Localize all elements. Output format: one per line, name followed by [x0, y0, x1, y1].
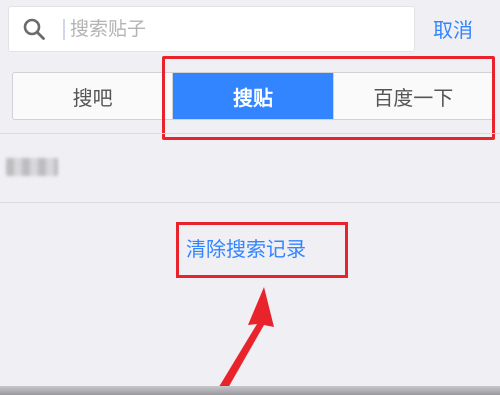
divider [0, 133, 500, 134]
search-type-tabs: 搜吧 搜贴 百度一下 [12, 72, 494, 120]
cancel-button[interactable]: 取消 [433, 14, 473, 43]
arrow-icon [214, 287, 274, 395]
search-input[interactable] [70, 14, 400, 44]
bottom-bar [0, 386, 500, 395]
tab-search-bar[interactable]: 搜吧 [13, 73, 172, 119]
search-field[interactable] [8, 6, 415, 52]
history-entry-blurred[interactable] [6, 158, 58, 176]
tab-search-posts[interactable]: 搜贴 [172, 73, 333, 119]
text-caret [63, 19, 65, 40]
tab-baidu-search[interactable]: 百度一下 [332, 73, 493, 119]
history-row[interactable] [0, 136, 500, 202]
search-icon [23, 18, 45, 40]
search-bar: 取消 [0, 0, 500, 62]
divider [0, 202, 500, 203]
clear-history-button[interactable]: 清除搜索记录 [186, 233, 306, 262]
